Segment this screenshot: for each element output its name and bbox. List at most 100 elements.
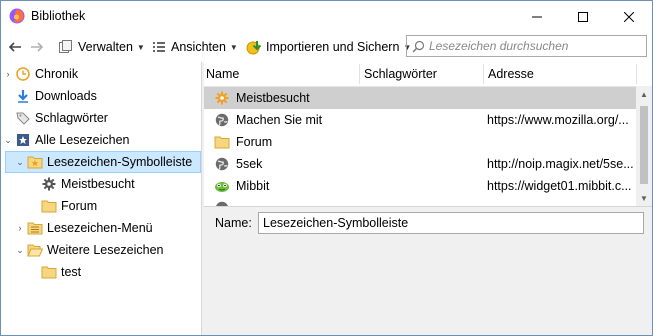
toolbar: Verwalten ▼ Ansichten ▼ Importieren und … <box>1 32 652 62</box>
folder-icon <box>41 264 57 280</box>
folder-icon <box>41 198 57 214</box>
views-list-icon <box>153 42 165 52</box>
gear-icon <box>214 90 230 106</box>
row-address: https://www.mozilla.org/... <box>487 113 629 127</box>
tree-item-label: Forum <box>61 199 98 213</box>
open-folder-icon <box>27 242 43 258</box>
column-divider[interactable] <box>359 64 360 84</box>
search-icon <box>412 40 425 52</box>
close-icon <box>624 11 634 22</box>
tree-item-history[interactable]: › Chronik <box>3 63 79 85</box>
places-tree: › Chronik Downloads Schlagwörter ⌄ Alle … <box>1 62 201 335</box>
import-backup-icon <box>246 41 262 55</box>
manage-icon <box>59 40 72 53</box>
chevron-down-icon[interactable]: ⌄ <box>15 245 25 256</box>
name-field[interactable] <box>258 212 644 234</box>
chevron-right-icon[interactable]: › <box>3 69 13 79</box>
window-title: Bibliothek <box>31 9 86 23</box>
arrow-left-icon <box>8 42 21 52</box>
row-address: http://noip.magix.net/5se... <box>487 157 634 171</box>
close-button[interactable] <box>606 1 652 32</box>
bookmarks-star-icon <box>15 132 31 148</box>
column-label: Schlagwörter <box>364 67 437 81</box>
bookmark-list: Name Schlagwörter Adresse Meistbesucht M… <box>204 62 652 206</box>
views-label: Ansichten <box>171 40 226 54</box>
scrollbar-thumb[interactable] <box>640 106 648 184</box>
table-row[interactable]: Meistbesucht <box>204 87 636 109</box>
row-name: Meistbesucht <box>236 91 310 105</box>
tree-item-tags[interactable]: Schlagwörter <box>3 107 108 129</box>
import-backup-menu-button[interactable]: Importieren und Sichern ▼ <box>246 36 411 58</box>
table-row[interactable]: Machen Sie mit https://www.mozilla.org/.… <box>204 109 636 131</box>
table-row[interactable]: 5sek http://noip.magix.net/5se... <box>204 153 636 175</box>
tree-item-all-bookmarks[interactable]: ⌄ Alle Lesezeichen <box>3 129 130 151</box>
row-name: Forum <box>236 135 273 149</box>
scroll-down-arrow-icon[interactable]: ▼ <box>636 190 652 206</box>
globe-icon <box>214 112 230 128</box>
download-icon <box>15 88 31 104</box>
tree-item-downloads[interactable]: Downloads <box>3 85 97 107</box>
tree-item-bookmarks-toolbar[interactable]: ⌄ Lesezeichen-Symbolleiste <box>5 151 201 173</box>
forward-button[interactable] <box>29 36 45 58</box>
column-header-name[interactable]: Name <box>204 62 360 86</box>
search-input[interactable] <box>429 39 644 53</box>
chevron-down-icon[interactable]: ⌄ <box>3 135 13 146</box>
row-name: Machen Sie mit <box>236 113 323 127</box>
tree-item-label: Weitere Lesezeichen <box>47 243 164 257</box>
chevron-down-icon: ▼ <box>136 42 145 52</box>
chevron-down-icon: ▼ <box>229 42 238 52</box>
tree-item-forum[interactable]: Forum <box>29 195 97 217</box>
bookmarks-menu-icon <box>27 220 43 236</box>
name-field-label: Name: <box>215 216 252 230</box>
arrow-right-icon <box>31 42 44 52</box>
column-header-tags[interactable]: Schlagwörter <box>362 62 484 86</box>
library-window: Bibliothek Verwalten ▼ Ansichten ▼ Impor… <box>0 0 653 336</box>
globe-icon <box>214 156 230 172</box>
firefox-icon <box>9 8 25 24</box>
column-label: Name <box>206 67 240 81</box>
tree-item-label: Chronik <box>35 67 79 81</box>
table-row[interactable]: Mibbit https://widget01.mibbit.c... <box>204 175 636 197</box>
back-button[interactable] <box>7 36 23 58</box>
views-menu-button[interactable]: Ansichten ▼ <box>151 36 238 58</box>
tree-item-label: Downloads <box>35 89 97 103</box>
table-row[interactable]: Forum <box>204 131 636 153</box>
title-bar: Bibliothek <box>1 1 652 32</box>
search-field[interactable] <box>406 35 647 57</box>
column-divider[interactable] <box>483 64 484 84</box>
chevron-right-icon[interactable]: › <box>15 223 25 233</box>
folder-icon <box>214 134 230 150</box>
list-scrollbar[interactable]: ▲ ▼ <box>636 86 652 206</box>
scroll-up-arrow-icon[interactable]: ▲ <box>636 86 652 102</box>
tree-item-other-bookmarks[interactable]: ⌄ Weitere Lesezeichen <box>15 239 164 261</box>
gear-icon <box>41 176 57 192</box>
tree-item-label: Alle Lesezeichen <box>35 133 130 147</box>
tag-icon <box>15 110 31 126</box>
tree-item-label: test <box>61 265 82 279</box>
import-backup-label: Importieren und Sichern <box>266 40 400 54</box>
list-header: Name Schlagwörter Adresse <box>204 62 652 87</box>
chevron-down-icon[interactable]: ⌄ <box>15 157 25 168</box>
minimize-icon <box>532 16 542 17</box>
tree-item-most-visited[interactable]: Meistbesucht <box>29 173 135 195</box>
tree-item-test[interactable]: test <box>29 261 81 283</box>
row-address <box>487 87 634 109</box>
manage-menu-button[interactable]: Verwalten ▼ <box>58 36 145 58</box>
column-divider[interactable] <box>636 64 637 84</box>
clock-icon <box>15 66 31 82</box>
maximize-button[interactable] <box>560 1 606 32</box>
row-address <box>487 131 634 153</box>
tree-item-label: Lesezeichen-Menü <box>47 221 153 235</box>
tree-item-bookmarks-menu[interactable]: › Lesezeichen-Menü <box>15 217 153 239</box>
bookmarks-toolbar-folder-icon <box>27 154 43 170</box>
details-pane: Name: <box>204 207 652 335</box>
mibbit-icon <box>214 178 230 194</box>
row-address: https://widget01.mibbit.c... <box>487 179 632 193</box>
manage-label: Verwalten <box>78 40 133 54</box>
column-header-address[interactable]: Adresse <box>486 62 636 86</box>
row-name: Mibbit <box>236 179 270 193</box>
tree-item-label: Lesezeichen-Symbolleiste <box>47 155 193 169</box>
maximize-icon <box>578 11 588 22</box>
minimize-button[interactable] <box>514 1 560 32</box>
table-row-partial[interactable] <box>204 197 636 206</box>
